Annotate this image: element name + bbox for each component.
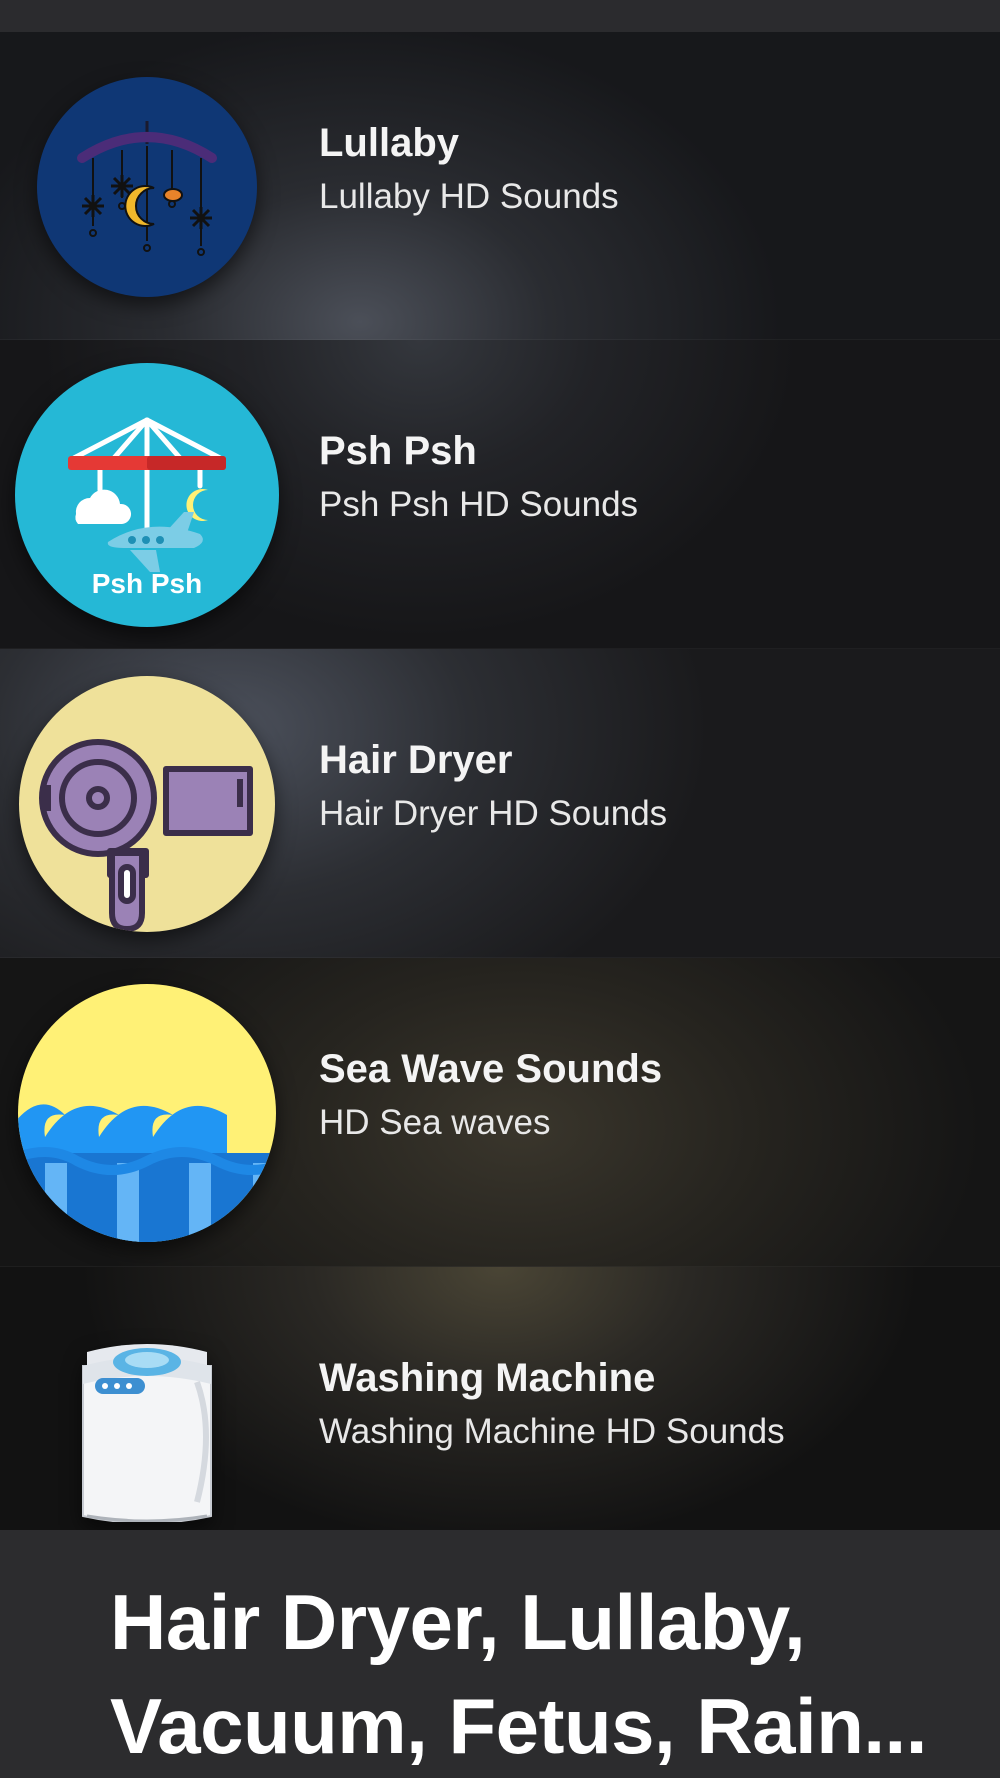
- list-item-hair-dryer[interactable]: Hair Dryer Hair Dryer HD Sounds: [0, 649, 1000, 958]
- sound-title: Sea Wave Sounds: [319, 1047, 663, 1091]
- sound-list: Lullaby Lullaby HD Sounds Psh Psh Psh Ps…: [0, 32, 1000, 1576]
- promo-text: Hair Dryer, Lullaby, Vacuum, Fetus, Rain…: [110, 1578, 927, 1770]
- sea-wave-icon: [12, 984, 282, 1242]
- sound-subtitle: Psh Psh HD Sounds: [319, 485, 639, 524]
- sound-title: Washing Machine: [319, 1356, 656, 1400]
- list-item-psh-psh[interactable]: Psh Psh Psh Psh Psh Psh HD Sounds: [0, 340, 1000, 649]
- carousel-mobile-icon: Psh Psh: [12, 363, 282, 627]
- sound-subtitle: Lullaby HD Sounds: [319, 177, 619, 216]
- sound-subtitle: Washing Machine HD Sounds: [319, 1412, 785, 1451]
- promo-banner: Hair Dryer, Lullaby, Vacuum, Fetus, Rain…: [0, 1530, 1000, 1778]
- sound-title: Psh Psh: [319, 429, 477, 473]
- washing-machine-icon: [12, 1297, 282, 1547]
- sound-title: Hair Dryer: [319, 738, 513, 782]
- app-screen: Lullaby Lullaby HD Sounds Psh Psh Psh Ps…: [0, 0, 1000, 1778]
- hair-dryer-icon: [12, 676, 282, 932]
- list-item-lullaby[interactable]: Lullaby Lullaby HD Sounds: [0, 32, 1000, 340]
- sound-subtitle: Hair Dryer HD Sounds: [319, 794, 668, 833]
- sound-subtitle: HD Sea waves: [319, 1103, 551, 1142]
- status-bar: [0, 0, 1000, 33]
- psh-psh-badge-text: Psh Psh: [91, 568, 203, 599]
- list-item-sea-wave-sounds[interactable]: Sea Wave Sounds HD Sea waves: [0, 958, 1000, 1267]
- sound-title: Lullaby: [319, 121, 460, 165]
- crib-mobile-icon: [12, 62, 282, 312]
